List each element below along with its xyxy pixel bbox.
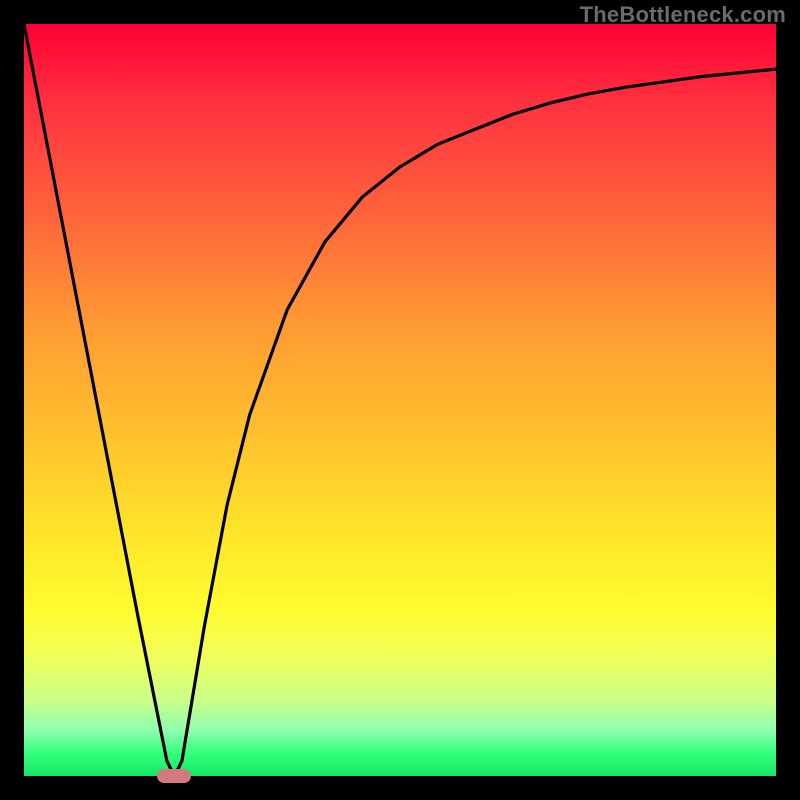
bottleneck-curve	[24, 24, 776, 776]
plot-area	[24, 24, 776, 776]
optimal-point-marker	[157, 769, 191, 783]
chart-frame: TheBottleneck.com	[0, 0, 800, 800]
